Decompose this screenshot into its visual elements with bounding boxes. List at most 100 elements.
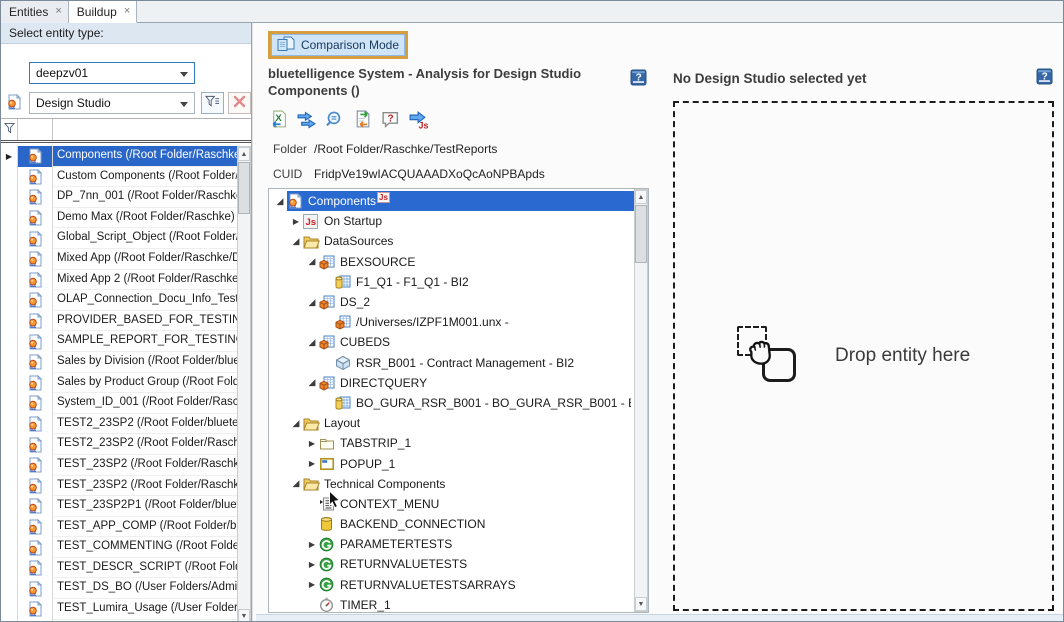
entity-row[interactable]: Sales by Product Group (/Root Folder: [1, 373, 237, 394]
report-icon: [18, 537, 53, 558]
tree-row[interactable]: ▶ RETURNVALUETESTS: [269, 554, 635, 574]
scroll-down-icon[interactable]: ▼: [238, 609, 250, 622]
collapse-arrow-icon[interactable]: ◢: [305, 337, 319, 348]
tree-row[interactable]: /Universes/IZPF1M001.unx -: [269, 312, 635, 332]
tab-entities[interactable]: Entities ×: [1, 1, 69, 23]
entity-row[interactable]: TEST_23SP2 (/Root Folder/Raschke/D: [1, 455, 237, 476]
grid-filter-row[interactable]: [1, 119, 251, 143]
collapse-arrow-icon[interactable]: ◢: [305, 256, 319, 267]
tree-row[interactable]: BO_GURA_RSR_B001 - BO_GURA_RSR_B001 - BI…: [269, 393, 635, 413]
close-icon[interactable]: ×: [124, 4, 130, 17]
close-icon[interactable]: ×: [55, 4, 61, 17]
comment-question-icon[interactable]: ?: [380, 109, 400, 129]
entity-row[interactable]: TEST_23SP2 (/Root Folder/Raschke/L: [1, 476, 237, 497]
entity-row[interactable]: TEST_COMMENTING (/Root Folder/bl: [1, 537, 237, 558]
tree-row[interactable]: ◢DS_2: [269, 292, 635, 312]
entity-row[interactable]: System_ID_001 (/Root Folder/Raschk: [1, 393, 237, 414]
tree-row[interactable]: BACKEND_CONNECTION: [269, 514, 635, 534]
report-icon: [18, 187, 53, 208]
compare-document-icon[interactable]: [352, 109, 372, 129]
collapse-arrow-icon[interactable]: ◢: [305, 297, 319, 308]
entity-row[interactable]: PROVIDER_BASED_FOR_TESTING (/F: [1, 311, 237, 332]
scroll-down-icon[interactable]: ▼: [635, 597, 647, 611]
tree-row[interactable]: ▶PARAMETERTESTS: [269, 534, 635, 554]
entity-row[interactable]: Global_Script_Object (/Root Folder/R: [1, 228, 237, 249]
report-icon: [18, 249, 53, 270]
tree-row[interactable]: RSR_B001 - Contract Management - BI2: [269, 353, 635, 373]
tree-row[interactable]: F1_Q1 - F1_Q1 - BI2: [269, 272, 635, 292]
entity-row[interactable]: TEST_23SP2P1 (/Root Folder/bluetelli: [1, 496, 237, 517]
entity-row[interactable]: SAMPLE_REPORT_FOR_TESTING_M (: [1, 331, 237, 352]
entity-row[interactable]: Demo Max (/Root Folder/Raschke): [1, 208, 237, 229]
collapse-arrow-icon[interactable]: ◢: [305, 377, 319, 388]
transfer-arrows-icon[interactable]: [296, 109, 316, 129]
scrollbar-thumb[interactable]: [635, 205, 647, 263]
tree-row[interactable]: ◢Layout: [269, 413, 635, 433]
tree-scrollbar[interactable]: ▲ ▼: [634, 189, 648, 612]
tree-node-label: RETURNVALUETESTS: [340, 557, 467, 571]
excel-export-icon[interactable]: X: [268, 109, 288, 129]
entity-row[interactable]: TEST_APP_COMP (/Root Folder/bluet: [1, 517, 237, 538]
entity-row[interactable]: Custom Components (/Root Folder/Ra: [1, 167, 237, 188]
entity-row[interactable]: ▶Components (/Root Folder/Raschke/T: [1, 146, 237, 167]
report-icon: [18, 393, 53, 414]
tree-row[interactable]: ◢BEXSOURCE: [269, 252, 635, 272]
entity-row[interactable]: Mixed App (/Root Folder/Raschke/De: [1, 249, 237, 270]
entity-row[interactable]: TEST_DS_BO (/User Folders/Administ: [1, 578, 237, 599]
entity-name: System_ID_001 (/Root Folder/Raschk: [53, 393, 237, 414]
expand-arrow-icon[interactable]: ▶: [305, 459, 319, 468]
collapse-arrow-icon[interactable]: ◢: [273, 196, 287, 207]
expand-arrow-icon[interactable]: ▶: [305, 560, 319, 569]
tree-row[interactable]: ◢DataSources: [269, 231, 635, 251]
row-marker-cell: [1, 290, 18, 311]
collapse-arrow-icon[interactable]: ◢: [289, 236, 303, 247]
comparison-mode-button[interactable]: Comparison Mode: [268, 31, 408, 59]
entity-row[interactable]: Mixed App 2 (/Root Folder/Raschke/D: [1, 270, 237, 291]
expand-arrow-icon[interactable]: ▶: [305, 439, 319, 448]
entity-row[interactable]: TEST_DESCR_SCRIPT (/Root Folder/R: [1, 558, 237, 579]
clear-filter-button[interactable]: [228, 92, 251, 114]
help-icon[interactable]: ?: [1036, 68, 1053, 88]
scroll-up-icon[interactable]: ▲: [635, 190, 647, 204]
tree-row[interactable]: CONTEXT_MENU: [269, 494, 635, 514]
scrollbar-thumb[interactable]: [238, 162, 250, 214]
row-marker-cell: [1, 373, 18, 394]
tree-row[interactable]: TIMER_1: [269, 595, 635, 612]
tab-buildup[interactable]: Buildup ×: [69, 1, 137, 23]
entity-name: TEST_23SP2P1 (/Root Folder/bluetelli: [53, 496, 237, 517]
clear-filter-icon: [233, 95, 246, 111]
js-export-icon[interactable]: Js: [408, 109, 428, 129]
analysis-toolbar: X? Js: [268, 109, 428, 129]
entity-row[interactable]: Sales by Division (/Root Folder/bluete: [1, 352, 237, 373]
tree-row[interactable]: ▶RETURNVALUETESTSARRAYS: [269, 575, 635, 595]
comparison-mode-label: Comparison Mode: [301, 38, 399, 52]
tree-row[interactable]: ◢CUBEDS: [269, 332, 635, 352]
collapse-arrow-icon[interactable]: ◢: [289, 478, 303, 489]
tree-row[interactable]: ◢ComponentsJs: [269, 191, 635, 211]
filter-button[interactable]: [201, 92, 224, 114]
expand-arrow-icon[interactable]: ▶: [305, 580, 319, 589]
entity-type-dropdown[interactable]: Design Studio: [29, 92, 195, 114]
help-icon[interactable]: ?: [630, 69, 647, 89]
entity-row[interactable]: DP_7nn_001 (/Root Folder/Raschke/T: [1, 187, 237, 208]
tree-row[interactable]: ▶TABSTRIP_1: [269, 433, 635, 453]
expand-arrow-icon[interactable]: ▶: [289, 217, 303, 226]
scroll-up-icon[interactable]: ▲: [238, 147, 250, 161]
tree-row[interactable]: ◢DIRECTQUERY: [269, 373, 635, 393]
search-icon[interactable]: [324, 109, 344, 129]
entity-row[interactable]: TEST_Lumira_Usage (/User Folders/A: [1, 599, 237, 620]
expand-arrow-icon[interactable]: ▶: [305, 540, 319, 549]
entity-drop-zone[interactable]: Drop entity here: [673, 101, 1054, 611]
row-marker-cell: [1, 537, 18, 558]
entity-list-scrollbar[interactable]: ▲ ▼: [237, 146, 251, 622]
entity-row[interactable]: OLAP_Connection_Docu_Info_Test (/: [1, 290, 237, 311]
pages-icon: [277, 36, 295, 55]
entity-row[interactable]: TEST2_23SP2 (/Root Folder/Raschke,: [1, 434, 237, 455]
tree-row[interactable]: ▶POPUP_1: [269, 453, 635, 473]
collapse-arrow-icon[interactable]: ◢: [289, 418, 303, 429]
system-dropdown[interactable]: deepzv01: [29, 62, 195, 84]
entity-row[interactable]: TEST2_23SP2 (/Root Folder/bluetellig: [1, 414, 237, 435]
component-icon: [319, 537, 337, 552]
tree-row[interactable]: ▶JsOn Startup: [269, 211, 635, 231]
tree-row[interactable]: ◢Technical Components: [269, 474, 635, 494]
